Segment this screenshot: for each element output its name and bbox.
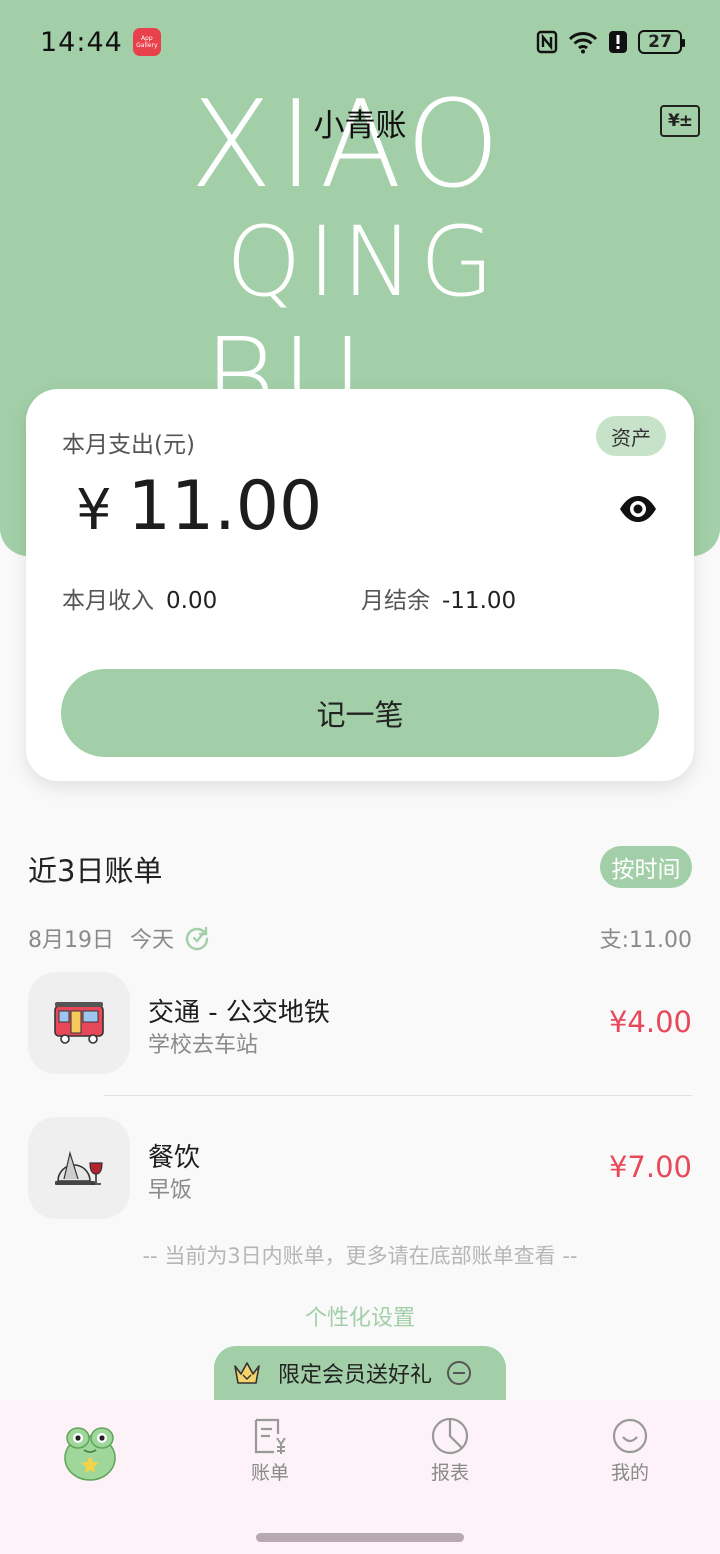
bill-amount: ¥4.00: [608, 1005, 692, 1039]
frog-mascot-icon: [64, 1427, 116, 1481]
assets-button[interactable]: 资产: [596, 416, 666, 456]
balance-label: 月结余: [361, 588, 430, 614]
status-time: 14:44: [40, 26, 123, 58]
smile-profile-icon: [612, 1418, 648, 1454]
list-divider: [104, 1095, 692, 1096]
expense-label: 本月支出(元): [62, 432, 195, 458]
calculator-button[interactable]: ¥±: [660, 105, 700, 137]
bill-item-transport[interactable]: 交通 - 公交地铁 学校去车站 ¥4.00: [28, 972, 692, 1076]
income-label: 本月收入: [62, 588, 154, 614]
battery-indicator: 27: [638, 30, 685, 54]
collapse-minus-icon[interactable]: [446, 1360, 472, 1386]
pie-chart-icon: [431, 1417, 469, 1455]
tab-reports[interactable]: 报表: [390, 1416, 510, 1485]
tab-label: 账单: [250, 1462, 289, 1484]
tab-bills[interactable]: 账单: [210, 1416, 330, 1485]
tab-label: 报表: [430, 1462, 469, 1484]
status-bar: 14:44 App Gallery 27: [0, 0, 720, 84]
currency-symbol: ¥: [76, 478, 112, 543]
add-record-button[interactable]: 记一笔: [61, 669, 659, 757]
income-row: 本月收入 0.00: [62, 581, 217, 615]
income-value: 0.00: [166, 588, 218, 614]
app-title: 小青账: [313, 108, 407, 144]
dining-icon: [28, 1117, 130, 1219]
home-indicator[interactable]: [256, 1533, 464, 1542]
day-total: 支:11.00: [599, 928, 692, 953]
alert-icon: [609, 31, 627, 53]
app-gallery-label: App Gallery: [136, 35, 158, 49]
wifi-icon: [568, 32, 598, 54]
crown-icon: [234, 1362, 260, 1384]
day-today-label: 今天: [130, 928, 175, 953]
member-promo-banner[interactable]: 限定会员送好礼: [214, 1346, 506, 1400]
nfc-icon: [536, 30, 558, 54]
refresh-icon[interactable]: [184, 925, 210, 951]
bottom-tab-bar: 账单 报表 我的: [0, 1400, 720, 1554]
bill-category: 交通 - 公交地铁: [148, 998, 330, 1028]
recent-bills-title: 近3日账单: [28, 854, 163, 888]
bill-note: 学校去车站: [148, 1033, 259, 1058]
day-date: 8月19日: [28, 928, 114, 953]
tab-mine[interactable]: 我的: [570, 1416, 690, 1485]
app-gallery-icon: App Gallery: [132, 28, 161, 56]
tab-label: 我的: [610, 1462, 649, 1484]
calculator-icon: ¥±: [667, 111, 693, 131]
status-icons: 27: [536, 30, 685, 54]
bill-item-dining[interactable]: 餐饮 早饭 ¥7.00: [28, 1117, 692, 1221]
monthly-expense-amount: ¥ 11.00: [76, 467, 322, 546]
promo-text: 限定会员送好礼: [278, 1363, 433, 1388]
three-day-hint: -- 当前为3日内账单，更多请在底部账单查看 --: [142, 1244, 578, 1268]
balance-row: 月结余 -11.00: [361, 581, 516, 615]
bill-list-icon: [254, 1418, 286, 1454]
personalize-settings-link[interactable]: 个性化设置: [0, 1300, 720, 1332]
balance-value: -11.00: [442, 588, 517, 614]
bill-amount: ¥7.00: [608, 1150, 692, 1184]
sort-by-time-button[interactable]: 按时间: [600, 846, 692, 888]
day-header: 8月19日 今天 支:11.00: [28, 922, 692, 954]
watermark-line: QING: [226, 206, 501, 318]
monthly-summary-card: 本月支出(元) 资产 ¥ 11.00 本月收入 0.00 月结余 -11.00 记一…: [26, 389, 694, 781]
bill-category: 餐饮: [148, 1143, 201, 1173]
expense-value: 11.00: [127, 467, 323, 546]
bill-note: 早饭: [148, 1178, 193, 1203]
tab-home[interactable]: [30, 1416, 150, 1484]
bus-icon: [28, 972, 130, 1074]
visibility-eye-icon[interactable]: [618, 493, 658, 525]
